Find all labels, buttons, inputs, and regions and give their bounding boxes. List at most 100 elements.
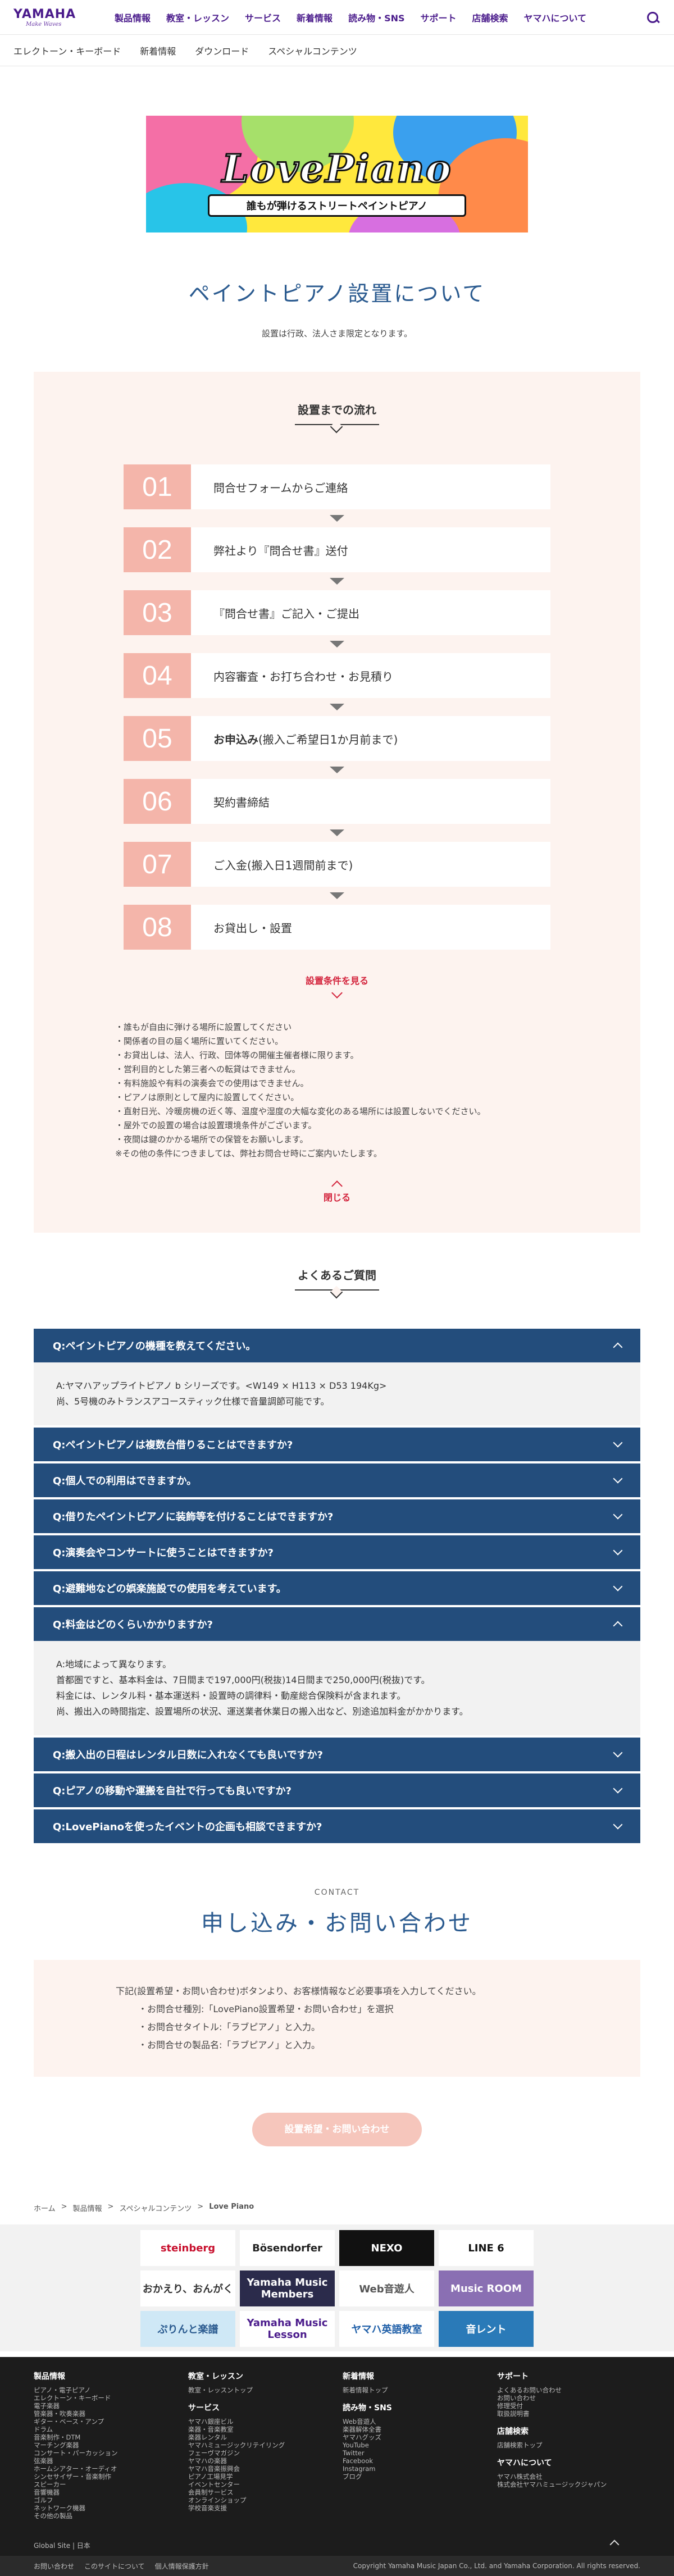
- footer-group-title[interactable]: 新着情報: [343, 2370, 486, 2382]
- footer-link[interactable]: ヤマハ株式会社: [497, 2473, 640, 2481]
- footer-link[interactable]: ヤマハ銀座ビル: [188, 2418, 331, 2425]
- faq-question[interactable]: Q:搬入出の日程はレンタル日数に入れなくても良いですか?: [34, 1738, 640, 1771]
- footer-link[interactable]: ギター・ベース・アンプ: [34, 2418, 177, 2425]
- breadcrumb-special[interactable]: スペシャルコンテンツ: [119, 2203, 192, 2213]
- nav-services[interactable]: サービス: [245, 11, 281, 24]
- footer-link[interactable]: 弦楽器: [34, 2457, 177, 2465]
- subnav-special-contents[interactable]: スペシャルコンテンツ: [268, 44, 357, 57]
- brand-tile[interactable]: おかえり、おんがく: [140, 2270, 235, 2306]
- subnav-download[interactable]: ダウンロード: [195, 44, 249, 57]
- footer-link[interactable]: オンラインショップ: [188, 2496, 331, 2504]
- brand-tile[interactable]: Music ROOM: [439, 2270, 534, 2306]
- brand-tile[interactable]: Yamaha Music Members: [240, 2270, 335, 2306]
- footer-link[interactable]: お問い合わせ: [497, 2394, 640, 2402]
- inquiry-button[interactable]: 設置希望・お問い合わせ: [252, 2113, 422, 2146]
- footer-link[interactable]: イベントセンター: [188, 2481, 331, 2488]
- footer-group-title[interactable]: ヤマハについて: [497, 2457, 640, 2468]
- footer-link[interactable]: ヤマハミュージックリテイリング: [188, 2441, 331, 2449]
- footer-link[interactable]: ヤマハ音楽振興会: [188, 2465, 331, 2473]
- footer-link[interactable]: 店舗検索トップ: [497, 2441, 640, 2449]
- footer-link[interactable]: YouTube: [343, 2441, 486, 2449]
- footer-link[interactable]: 楽器レンタル: [188, 2433, 331, 2441]
- footer-link[interactable]: 楽器解体全書: [343, 2425, 486, 2433]
- footer-group-title[interactable]: 店舗検索: [497, 2425, 640, 2437]
- brand-tile[interactable]: Bösendorfer: [240, 2230, 335, 2266]
- footer-link[interactable]: 教室・レッスントップ: [188, 2386, 331, 2394]
- footer-link[interactable]: Facebook: [343, 2457, 486, 2465]
- footer-contact-link[interactable]: お問い合わせ: [34, 2561, 74, 2571]
- footer-group-title[interactable]: 製品情報: [34, 2370, 177, 2382]
- nav-lessons[interactable]: 教室・レッスン: [166, 11, 229, 24]
- footer-link[interactable]: コンサート・パーカッション: [34, 2449, 177, 2457]
- footer-link[interactable]: ゴルフ: [34, 2496, 177, 2504]
- footer-link[interactable]: Web音遊人: [343, 2418, 486, 2425]
- nav-store-search[interactable]: 店舗検索: [472, 11, 508, 24]
- footer-link[interactable]: 楽器・音楽教室: [188, 2425, 331, 2433]
- nav-reading-sns[interactable]: 読み物・SNS: [348, 11, 404, 24]
- footer-group-title[interactable]: サポート: [497, 2370, 640, 2382]
- footer-link[interactable]: 修理受付: [497, 2402, 640, 2410]
- footer-link[interactable]: スピーカー: [34, 2481, 177, 2488]
- footer-link[interactable]: 音響機器: [34, 2488, 177, 2496]
- show-conditions-button[interactable]: 設置条件を見る: [34, 973, 640, 999]
- footer-link[interactable]: ヤマハグッズ: [343, 2433, 486, 2441]
- footer-link[interactable]: エレクトーン・キーボード: [34, 2394, 177, 2402]
- footer-link[interactable]: ヤマハの楽器: [188, 2457, 331, 2465]
- footer-link[interactable]: ドラム: [34, 2425, 177, 2433]
- footer-group-title[interactable]: 読み物・SNS: [343, 2402, 486, 2413]
- faq-question[interactable]: Q:避難地などの娯楽施設での使用を考えています。: [34, 1571, 640, 1605]
- footer-link[interactable]: シンセサイザー・音楽制作: [34, 2473, 177, 2481]
- footer-link[interactable]: Twitter: [343, 2449, 486, 2457]
- faq-question[interactable]: Q:個人での利用はできますか。: [34, 1463, 640, 1497]
- brand-tile[interactable]: ヤマハ英語教室: [339, 2311, 434, 2347]
- global-site-link[interactable]: Global Site | 日本: [34, 2541, 90, 2550]
- nav-about[interactable]: ヤマハについて: [524, 11, 587, 24]
- subnav-news[interactable]: 新着情報: [140, 44, 176, 57]
- footer-link[interactable]: 会員制サービス: [188, 2488, 331, 2496]
- footer-link[interactable]: その他の製品: [34, 2512, 177, 2520]
- subnav-electone-keyboard[interactable]: エレクトーン・キーボード: [13, 44, 121, 57]
- breadcrumb-products[interactable]: 製品情報: [73, 2203, 102, 2213]
- footer-link[interactable]: ブログ: [343, 2473, 486, 2481]
- footer-link[interactable]: 取扱説明書: [497, 2410, 640, 2418]
- footer-link[interactable]: Instagram: [343, 2465, 486, 2473]
- nav-products[interactable]: 製品情報: [115, 11, 151, 24]
- footer-link[interactable]: 電子楽器: [34, 2402, 177, 2410]
- faq-question[interactable]: Q:演奏会やコンサートに使うことはできますか?: [34, 1535, 640, 1569]
- page-top-icon[interactable]: [609, 2539, 620, 2550]
- brand-tile[interactable]: steinberg: [140, 2230, 235, 2266]
- yamaha-logo[interactable]: YAMAHA Make Waves: [13, 7, 92, 28]
- nav-support[interactable]: サポート: [421, 11, 457, 24]
- footer-link[interactable]: ピアノ工場見学: [188, 2473, 331, 2481]
- brand-tile[interactable]: 音レント: [439, 2311, 534, 2347]
- brand-tile[interactable]: NEXO: [339, 2230, 434, 2266]
- footer-link[interactable]: ネットワーク機器: [34, 2504, 177, 2512]
- faq-question[interactable]: Q:ペイントピアノは複数台借りることはできますか?: [34, 1428, 640, 1461]
- faq-question[interactable]: Q:ペイントピアノの機種を教えてください。: [34, 1329, 640, 1362]
- brand-tile[interactable]: LINE 6: [439, 2230, 534, 2266]
- brand-tile[interactable]: Web音遊人: [339, 2270, 434, 2306]
- faq-question[interactable]: Q:借りたペイントピアノに装飾等を付けることはできますか?: [34, 1499, 640, 1533]
- close-conditions-button[interactable]: 閉じる: [34, 1180, 640, 1203]
- brand-tile[interactable]: ぷりんと楽譜: [140, 2311, 235, 2347]
- footer-group-title[interactable]: サービス: [188, 2402, 331, 2413]
- brand-tile[interactable]: Yamaha Music Lesson: [240, 2311, 335, 2347]
- faq-question[interactable]: Q:LovePianoを使ったイベントの企画も相談できますか?: [34, 1809, 640, 1843]
- breadcrumb-home[interactable]: ホーム: [34, 2203, 56, 2213]
- footer-link[interactable]: 新着情報トップ: [343, 2386, 486, 2394]
- footer-link[interactable]: ホームシアター・オーディオ: [34, 2465, 177, 2473]
- footer-link[interactable]: フェーヴマガジン: [188, 2449, 331, 2457]
- footer-link[interactable]: 管楽器・吹奏楽器: [34, 2410, 177, 2418]
- footer-group-title[interactable]: 教室・レッスン: [188, 2370, 331, 2382]
- footer-privacy-link[interactable]: 個人情報保護方針: [155, 2561, 209, 2571]
- faq-question[interactable]: Q:料金はどのくらいかかりますか?: [34, 1607, 640, 1641]
- footer-about-site-link[interactable]: このサイトについて: [84, 2561, 145, 2571]
- footer-link[interactable]: 学校音楽支援: [188, 2504, 331, 2512]
- faq-question[interactable]: Q:ピアノの移動や運搬を自社で行っても良いですか?: [34, 1773, 640, 1807]
- footer-link[interactable]: 音楽制作・DTM: [34, 2433, 177, 2441]
- nav-news[interactable]: 新着情報: [297, 11, 333, 24]
- footer-link[interactable]: マーチング楽器: [34, 2441, 177, 2449]
- footer-link[interactable]: よくあるお問い合わせ: [497, 2386, 640, 2394]
- footer-link[interactable]: ピアノ・電子ピアノ: [34, 2386, 177, 2394]
- footer-link[interactable]: 株式会社ヤマハミュージックジャパン: [497, 2481, 640, 2488]
